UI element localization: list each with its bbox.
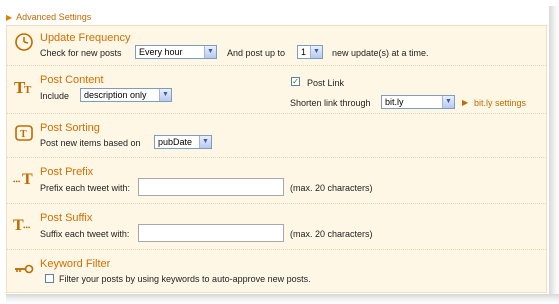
sort-select[interactable]: pubDate ▼ — [154, 135, 212, 149]
window-shadow-right — [549, 6, 559, 304]
post-sorting-label: Post new items based on — [40, 138, 141, 148]
suffix-input[interactable] — [138, 224, 284, 242]
frequency-select[interactable]: Every hour ▼ — [135, 45, 217, 59]
keyword-filter-checkbox[interactable] — [45, 274, 54, 283]
section-update-frequency: Update Frequency Check for new posts Eve… — [7, 26, 546, 66]
section-title: Post Suffix — [40, 212, 93, 224]
shortener-select[interactable]: bit.ly ▼ — [381, 95, 455, 109]
advanced-settings-panel: Update Frequency Check for new posts Eve… — [6, 25, 547, 293]
section-post-prefix: ••• T Post Prefix Prefix each tweet with:… — [7, 158, 546, 204]
sort-value: pubDate — [158, 137, 193, 147]
keyword-filter-label: Filter your posts by using keywords to a… — [59, 274, 311, 284]
section-keyword-filter: Keyword Filter Filter your posts by usin… — [7, 250, 546, 292]
svg-text:T: T — [20, 129, 27, 140]
text-tt-icon: TT — [13, 75, 35, 97]
key-icon — [13, 258, 35, 280]
section-title: Post Sorting — [40, 122, 100, 134]
updates-suffix-label: new update(s) at a time. — [332, 48, 429, 58]
triangle-right-icon: ▶ — [6, 12, 13, 22]
svg-text:•••: ••• — [13, 178, 21, 186]
clock-icon — [13, 31, 35, 53]
check-frequency-label: Check for new posts — [40, 48, 122, 58]
post-link-checkbox[interactable]: ✓ — [291, 77, 300, 86]
suffix-label: Suffix each tweet with: — [40, 229, 130, 239]
post-link-label: Post Link — [307, 78, 345, 88]
post-up-to-label: And post up to — [227, 48, 286, 58]
bitly-settings-link[interactable]: bit.ly settings — [474, 98, 526, 108]
svg-text:•••: ••• — [23, 224, 31, 232]
section-title: Keyword Filter — [40, 258, 111, 270]
section-title: Update Frequency — [40, 32, 131, 44]
chevron-down-icon: ▼ — [204, 46, 216, 58]
section-title: Post Content — [40, 74, 104, 86]
section-post-suffix: T ••• Post Suffix Suffix each tweet with:… — [7, 204, 546, 250]
section-title: Post Prefix — [40, 166, 94, 178]
shortener-value: bit.ly — [385, 97, 404, 107]
prefix-icon: ••• T — [13, 166, 35, 188]
include-value: description only — [84, 90, 147, 100]
triangle-right-icon: ▶ — [462, 98, 469, 107]
window-shadow-bottom — [6, 294, 559, 304]
prefix-hint: (max. 20 characters) — [290, 183, 373, 193]
svg-text:T: T — [22, 171, 33, 188]
chevron-down-icon: ▼ — [159, 89, 171, 101]
prefix-label: Prefix each tweet with: — [40, 183, 131, 193]
chevron-down-icon: ▼ — [442, 96, 454, 108]
section-post-sorting: T Post Sorting Post new items based on p… — [7, 114, 546, 158]
chevron-down-icon: ▼ — [199, 136, 211, 148]
suffix-hint: (max. 20 characters) — [290, 229, 373, 239]
chevron-down-icon: ▼ — [310, 46, 322, 58]
include-label: Include — [40, 91, 70, 101]
shorten-label: Shorten link through — [290, 98, 371, 108]
post-count-select[interactable]: 1 ▼ — [297, 45, 323, 59]
svg-text:T: T — [24, 84, 32, 96]
advanced-settings-toggle[interactable]: ▶ Advanced Settings — [6, 10, 91, 24]
frequency-value: Every hour — [139, 47, 183, 57]
sort-icon: T — [13, 122, 35, 144]
prefix-input[interactable] — [138, 178, 284, 196]
section-post-content: TT Post Content Include description only… — [7, 66, 546, 114]
advanced-settings-title: Advanced Settings — [16, 12, 92, 22]
suffix-icon: T ••• — [13, 212, 35, 234]
post-count-value: 1 — [301, 47, 307, 57]
include-select[interactable]: description only ▼ — [80, 88, 172, 102]
